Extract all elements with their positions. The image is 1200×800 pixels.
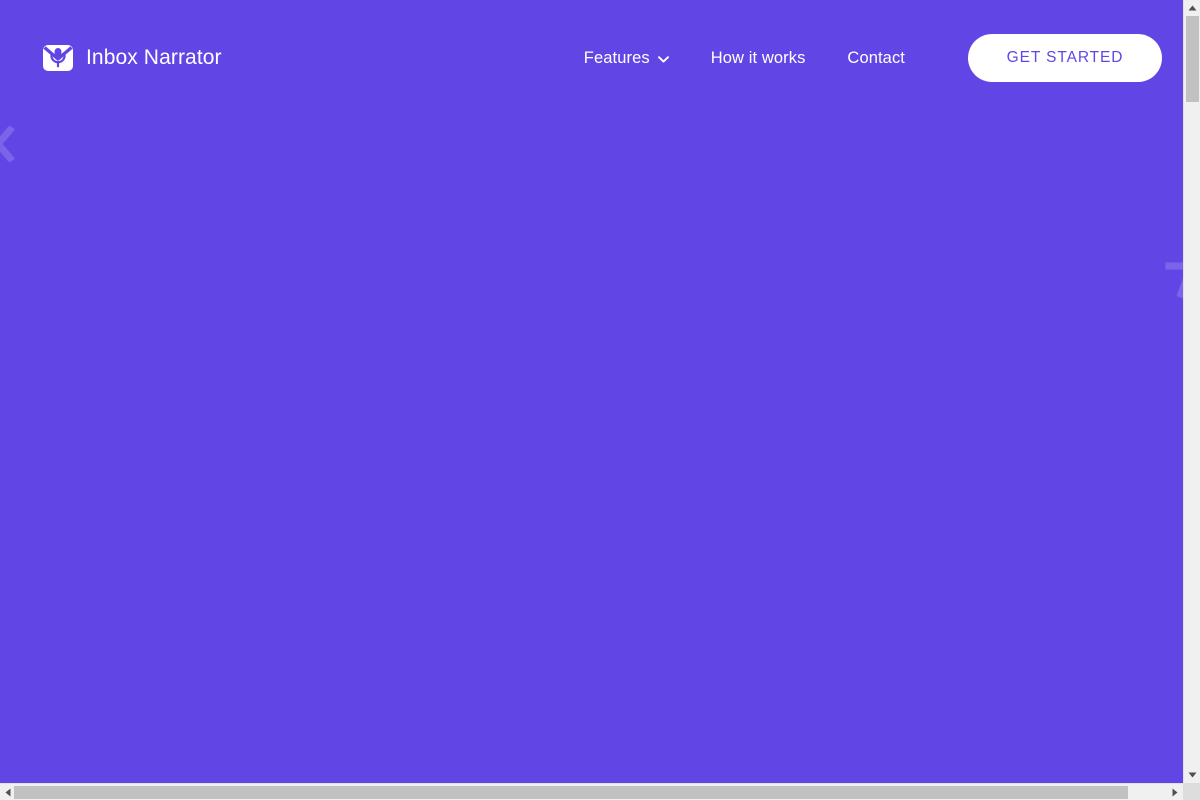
nav-item-how-it-works[interactable]: How it works [690, 39, 827, 78]
chevron-down-icon [657, 55, 669, 63]
corner-bracket-shape [1165, 262, 1183, 299]
nav-item-features[interactable]: Features [563, 39, 690, 78]
page-content: Inbox Narrator Features How it works Con… [0, 0, 1183, 783]
horizontal-scrollbar[interactable] [0, 783, 1183, 800]
scroll-right-arrow-icon[interactable] [1167, 784, 1183, 800]
browser-viewport: Inbox Narrator Features How it works Con… [0, 0, 1200, 800]
main-navigation: Features How it works Contact GET STARTE… [563, 34, 1183, 82]
chevron-left-shape [0, 126, 15, 162]
scroll-up-arrow-icon[interactable] [1184, 0, 1200, 16]
brand-name: Inbox Narrator [86, 46, 222, 69]
nav-item-label: Features [583, 48, 650, 67]
nav-item-label: How it works [710, 48, 806, 67]
get-started-button[interactable]: GET STARTED [968, 34, 1162, 82]
brand-logo-link[interactable]: Inbox Narrator [42, 42, 222, 74]
vertical-scrollbar-thumb[interactable] [1186, 16, 1199, 102]
horizontal-scrollbar-thumb[interactable] [14, 786, 1128, 799]
vertical-scrollbar[interactable] [1183, 0, 1200, 783]
nav-item-label: Contact [847, 48, 905, 67]
site-header: Inbox Narrator Features How it works Con… [0, 0, 1183, 116]
scroll-down-arrow-icon[interactable] [1184, 767, 1200, 783]
nav-item-contact[interactable]: Contact [826, 39, 926, 78]
scrollbar-corner [1183, 783, 1200, 800]
envelope-microphone-icon [43, 45, 73, 71]
